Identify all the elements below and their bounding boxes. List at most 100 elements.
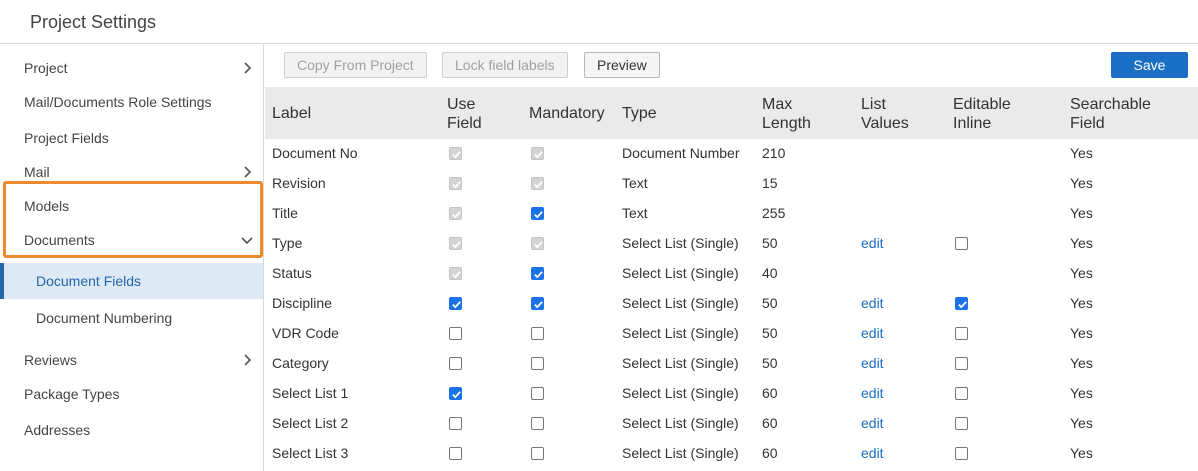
lock-field-labels-button[interactable]: Lock field labels	[442, 52, 568, 78]
field-label: Category	[272, 355, 329, 371]
field-type: Select List (Single)	[622, 265, 739, 281]
sidebar-item-addresses[interactable]: Addresses	[0, 415, 263, 445]
sidebar-item-label: Document Numbering	[36, 310, 173, 326]
field-label: Revision	[272, 175, 326, 191]
use-field-checkbox	[449, 267, 462, 280]
max-length: 60	[762, 385, 778, 401]
list-values-edit-link[interactable]: edit	[861, 295, 884, 311]
page-header: Project Settings	[0, 0, 1198, 44]
list-values-edit-link[interactable]: edit	[861, 235, 884, 251]
use-field-checkbox[interactable]	[449, 387, 462, 400]
editable-inline-checkbox[interactable]	[955, 297, 968, 310]
chevron-down-icon[interactable]	[239, 232, 255, 248]
field-label: Status	[272, 265, 312, 281]
use-field-checkbox	[449, 147, 462, 160]
column-header-text: Editable	[953, 96, 1011, 113]
searchable-value: Yes	[1070, 445, 1093, 461]
column-header-text: Inline	[953, 115, 992, 132]
editable-inline-checkbox[interactable]	[955, 327, 968, 340]
main-panel: Copy From Project Lock field labels Prev…	[265, 44, 1198, 471]
mandatory-checkbox	[531, 177, 544, 190]
chevron-right-icon[interactable]	[239, 352, 255, 368]
sidebar-item-documents[interactable]: Documents	[0, 225, 263, 255]
use-field-checkbox[interactable]	[449, 447, 462, 460]
editable-inline-checkbox[interactable]	[955, 447, 968, 460]
mandatory-checkbox[interactable]	[531, 357, 544, 370]
table-row: Document No Document Number 210 Yes	[265, 139, 1198, 169]
list-values-edit-link[interactable]: edit	[861, 415, 884, 431]
field-type: Select List (Single)	[622, 385, 739, 401]
use-field-checkbox[interactable]	[449, 297, 462, 310]
editable-inline-checkbox[interactable]	[955, 417, 968, 430]
sidebar-item-label: Package Types	[24, 386, 120, 402]
editable-inline-checkbox[interactable]	[955, 237, 968, 250]
editable-inline-checkbox[interactable]	[955, 357, 968, 370]
sidebar-item-project-fields[interactable]: Project Fields	[0, 123, 263, 153]
column-header-text: List	[861, 96, 886, 113]
sidebar-item-label: Reviews	[24, 352, 77, 368]
mandatory-checkbox[interactable]	[531, 297, 544, 310]
sidebar-item-mail[interactable]: Mail	[0, 157, 263, 187]
column-header-text: Label	[272, 105, 312, 122]
sidebar-item-reviews[interactable]: Reviews	[0, 345, 263, 375]
column-header: Mandatory	[529, 104, 605, 123]
list-values-edit-link[interactable]: edit	[861, 445, 884, 461]
column-header: Editable Inline	[953, 95, 1011, 133]
field-type: Select List (Single)	[622, 355, 739, 371]
column-header-text: Searchable	[1070, 96, 1151, 113]
mandatory-checkbox[interactable]	[531, 447, 544, 460]
searchable-value: Yes	[1070, 325, 1093, 341]
field-label: Select List 2	[272, 415, 349, 431]
list-values-edit-link[interactable]: edit	[861, 355, 884, 371]
searchable-value: Yes	[1070, 145, 1093, 161]
sidebar-item-package-types[interactable]: Package Types	[0, 379, 263, 409]
table-row: Select List 3 Select List (Single) 60 edit Y…	[265, 439, 1198, 469]
sidebar-item-document-numbering[interactable]: Document Numbering	[0, 303, 263, 333]
use-field-checkbox[interactable]	[449, 417, 462, 430]
use-field-checkbox[interactable]	[449, 357, 462, 370]
use-field-checkbox	[449, 237, 462, 250]
mandatory-checkbox[interactable]	[531, 207, 544, 220]
field-type: Document Number	[622, 145, 740, 161]
save-button[interactable]: Save	[1111, 52, 1188, 78]
table-row: Select List 1 Select List (Single) 60 edit Y…	[265, 379, 1198, 409]
max-length: 50	[762, 235, 778, 251]
max-length: 15	[762, 175, 778, 191]
sidebar-item-label: Models	[24, 198, 70, 214]
use-field-checkbox	[449, 177, 462, 190]
sidebar-item-project[interactable]: Project	[0, 53, 263, 83]
copy-from-project-button[interactable]: Copy From Project	[284, 52, 427, 78]
mandatory-checkbox[interactable]	[531, 267, 544, 280]
field-type: Select List (Single)	[622, 415, 739, 431]
column-header-text: Mandatory	[529, 105, 605, 122]
field-type: Text	[622, 205, 648, 221]
list-values-edit-link[interactable]: edit	[861, 385, 884, 401]
chevron-right-icon[interactable]	[239, 60, 255, 76]
chevron-right-icon[interactable]	[239, 164, 255, 180]
editable-inline-checkbox[interactable]	[955, 387, 968, 400]
mandatory-checkbox[interactable]	[531, 327, 544, 340]
sidebar-item-mail-documents-role-settings[interactable]: Mail/Documents Role Settings	[0, 87, 263, 117]
max-length: 60	[762, 445, 778, 461]
sidebar-item-label: Addresses	[24, 422, 91, 438]
searchable-value: Yes	[1070, 415, 1093, 431]
column-header-text: Field	[447, 115, 482, 132]
preview-button[interactable]: Preview	[584, 52, 660, 78]
sidebar-item-document-fields[interactable]: Document Fields	[0, 263, 263, 299]
sidebar-item-label: Mail/Documents Role Settings	[24, 94, 212, 110]
list-values-edit-link[interactable]: edit	[861, 325, 884, 341]
table-row: Category Select List (Single) 50 edit Yes	[265, 349, 1198, 379]
field-label: Title	[272, 205, 298, 221]
mandatory-checkbox	[531, 147, 544, 160]
sidebar-item-models[interactable]: Models	[0, 191, 263, 221]
field-label: Document No	[272, 145, 358, 161]
field-label: Type	[272, 235, 303, 251]
field-type: Select List (Single)	[622, 445, 739, 461]
mandatory-checkbox[interactable]	[531, 417, 544, 430]
sidebar-item-label: Documents	[24, 232, 95, 248]
use-field-checkbox[interactable]	[449, 327, 462, 340]
max-length: 255	[762, 205, 786, 221]
max-length: 40	[762, 265, 778, 281]
table-header: Label Use Field Mandatory Type Max Length List V…	[265, 87, 1198, 139]
mandatory-checkbox[interactable]	[531, 387, 544, 400]
